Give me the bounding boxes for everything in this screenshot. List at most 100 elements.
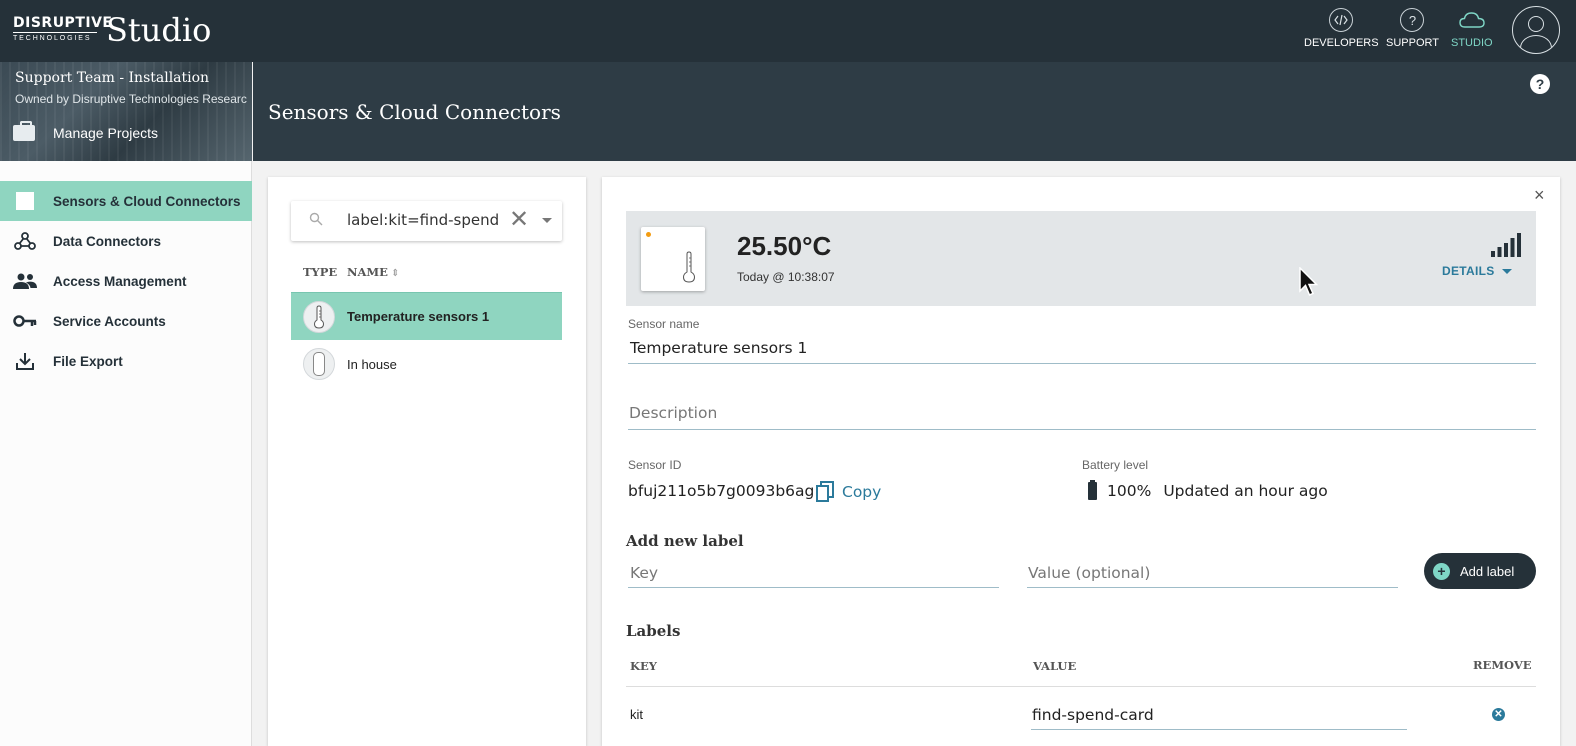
labels-heading: Labels xyxy=(626,622,681,640)
clear-search-icon[interactable]: ✕ xyxy=(509,207,529,233)
user-avatar[interactable] xyxy=(1512,6,1560,54)
sidebar-item-label: Data Connectors xyxy=(53,233,162,249)
sensor-summary: 25.50°C Today @ 10:38:07 DETAILS xyxy=(626,211,1536,306)
nav-studio-label: STUDIO xyxy=(1451,37,1493,49)
labels-col-remove: REMOVE xyxy=(1473,658,1532,672)
battery-updated: Updated an hour ago xyxy=(1163,482,1328,500)
search-input[interactable] xyxy=(347,211,499,229)
sidebar-item-label: Sensors & Cloud Connectors xyxy=(53,193,241,209)
device-list: Temperature sensors 1 In house xyxy=(291,292,562,388)
key-icon xyxy=(13,309,37,333)
thermometer-icon xyxy=(682,251,696,283)
search-box: ✕ xyxy=(291,201,562,241)
copy-icon xyxy=(816,481,834,502)
status-dot xyxy=(646,232,651,237)
people-icon xyxy=(13,269,37,293)
code-icon xyxy=(1329,8,1354,32)
app-name: Studio xyxy=(106,11,212,49)
disruptive-logo: DISRUPTIVE TECHNOLOGIES xyxy=(13,15,113,43)
brand-line2: TECHNOLOGIES xyxy=(13,35,92,42)
sidebar-item-access-management[interactable]: Access Management xyxy=(0,261,252,301)
caret-down-icon xyxy=(1501,268,1512,274)
nav-support[interactable]: ? SUPPORT xyxy=(1386,8,1439,49)
page-header: Sensors & Cloud Connectors ? xyxy=(253,62,1576,161)
labels-col-value: VALUE xyxy=(1033,659,1077,673)
manage-projects-link[interactable]: Manage Projects xyxy=(13,121,159,141)
close-icon[interactable]: × xyxy=(1534,186,1545,204)
nav-developers-label: DEVELOPERS xyxy=(1304,37,1379,49)
sidebar-item-label: File Export xyxy=(53,353,123,369)
nav-support-label: SUPPORT xyxy=(1386,37,1439,49)
sidebar-item-label: Access Management xyxy=(53,273,187,289)
sensor-id-value: bfuj211o5b7g0093b6ag xyxy=(628,482,815,500)
top-bar: DISRUPTIVE TECHNOLOGIES Studio DEVELOPER… xyxy=(0,0,1576,62)
plus-icon: + xyxy=(1433,562,1450,580)
sidebar: Support Team - Installation Owned by Dis… xyxy=(0,62,252,746)
list-item[interactable]: In house xyxy=(291,340,562,388)
help-icon[interactable]: ? xyxy=(1530,74,1550,94)
label-value-cell-underline xyxy=(1031,729,1407,730)
cloud-icon xyxy=(1453,8,1491,32)
project-owner: Owned by Disruptive Technologies Researc xyxy=(15,92,247,106)
sensor-name-underline xyxy=(628,363,1536,364)
add-label-heading: Add new label xyxy=(626,532,744,550)
label-key-cell: kit xyxy=(630,707,643,722)
page-title: Sensors & Cloud Connectors xyxy=(268,100,561,124)
nav-studio[interactable]: STUDIO xyxy=(1451,8,1493,49)
label-key-underline xyxy=(628,587,999,588)
download-icon xyxy=(13,349,37,373)
list-item-name: In house xyxy=(347,356,397,372)
webhook-icon xyxy=(13,229,37,253)
labels-table-divider xyxy=(626,686,1536,687)
sensor-name-label: Sensor name xyxy=(628,317,700,331)
col-name[interactable]: NAME ⇕ xyxy=(347,265,399,279)
search-icon xyxy=(309,212,323,226)
sidebar-item-label: Service Accounts xyxy=(53,313,166,329)
sort-icon: ⇕ xyxy=(390,268,400,279)
sidebar-item-data-connectors[interactable]: Data Connectors xyxy=(0,221,252,261)
list-header: TYPE NAME ⇕ xyxy=(303,265,399,279)
temperature-timestamp: Today @ 10:38:07 xyxy=(737,270,835,284)
list-item-name: Temperature sensors 1 xyxy=(347,309,490,324)
search-dropdown-icon[interactable] xyxy=(542,218,552,223)
description-field[interactable]: Description xyxy=(629,404,717,422)
briefcase-icon xyxy=(13,121,35,141)
sidebar-item-service-accounts[interactable]: Service Accounts xyxy=(0,301,252,341)
col-type[interactable]: TYPE xyxy=(303,265,347,279)
battery-level-label: Battery level xyxy=(1082,458,1149,472)
nav-developers[interactable]: DEVELOPERS xyxy=(1304,8,1379,49)
battery-status: 100% Updated an hour ago xyxy=(1088,480,1328,500)
sensor-detail-panel: × 25.50°C Today @ 10:38:07 DETAILS Senso… xyxy=(602,177,1560,746)
copy-button[interactable]: Copy xyxy=(816,481,881,503)
sensor-name-field[interactable]: Temperature sensors 1 xyxy=(630,339,807,357)
label-key-field[interactable]: Key xyxy=(630,564,658,582)
mouse-cursor-icon xyxy=(1299,267,1319,296)
sensor-device-icon xyxy=(303,348,335,380)
list-item[interactable]: Temperature sensors 1 xyxy=(291,292,562,340)
label-value-field[interactable]: Value (optional) xyxy=(1028,564,1150,582)
square-icon xyxy=(13,189,37,213)
manage-projects-label: Manage Projects xyxy=(53,125,159,141)
label-value-underline xyxy=(1027,587,1398,588)
brand-line1: DISRUPTIVE xyxy=(13,15,113,31)
battery-icon xyxy=(1088,480,1097,500)
details-label: DETAILS xyxy=(1442,264,1495,278)
details-button[interactable]: DETAILS xyxy=(1442,264,1512,278)
device-list-panel: ✕ TYPE NAME⇕ Temperature sensors 1 In ho… xyxy=(268,177,586,746)
add-label-button-label: Add label xyxy=(1460,563,1515,579)
sensor-id-label: Sensor ID xyxy=(628,458,682,472)
sidebar-item-sensors[interactable]: Sensors & Cloud Connectors xyxy=(0,181,252,221)
col-name-label: NAME xyxy=(347,265,388,279)
project-title: Support Team - Installation xyxy=(15,70,210,86)
thermometer-icon xyxy=(303,300,335,333)
battery-percent: 100% xyxy=(1107,482,1152,500)
label-value-cell[interactable]: find-spend-card xyxy=(1032,706,1154,724)
signal-strength-icon xyxy=(1491,233,1521,257)
remove-label-icon[interactable]: ✕ xyxy=(1492,708,1505,721)
sidebar-item-file-export[interactable]: File Export xyxy=(0,341,252,381)
copy-label: Copy xyxy=(842,483,882,501)
labels-col-key: KEY xyxy=(630,659,657,673)
sensor-tile xyxy=(641,227,705,291)
description-underline xyxy=(628,429,1536,430)
add-label-button[interactable]: + Add label xyxy=(1424,553,1536,589)
